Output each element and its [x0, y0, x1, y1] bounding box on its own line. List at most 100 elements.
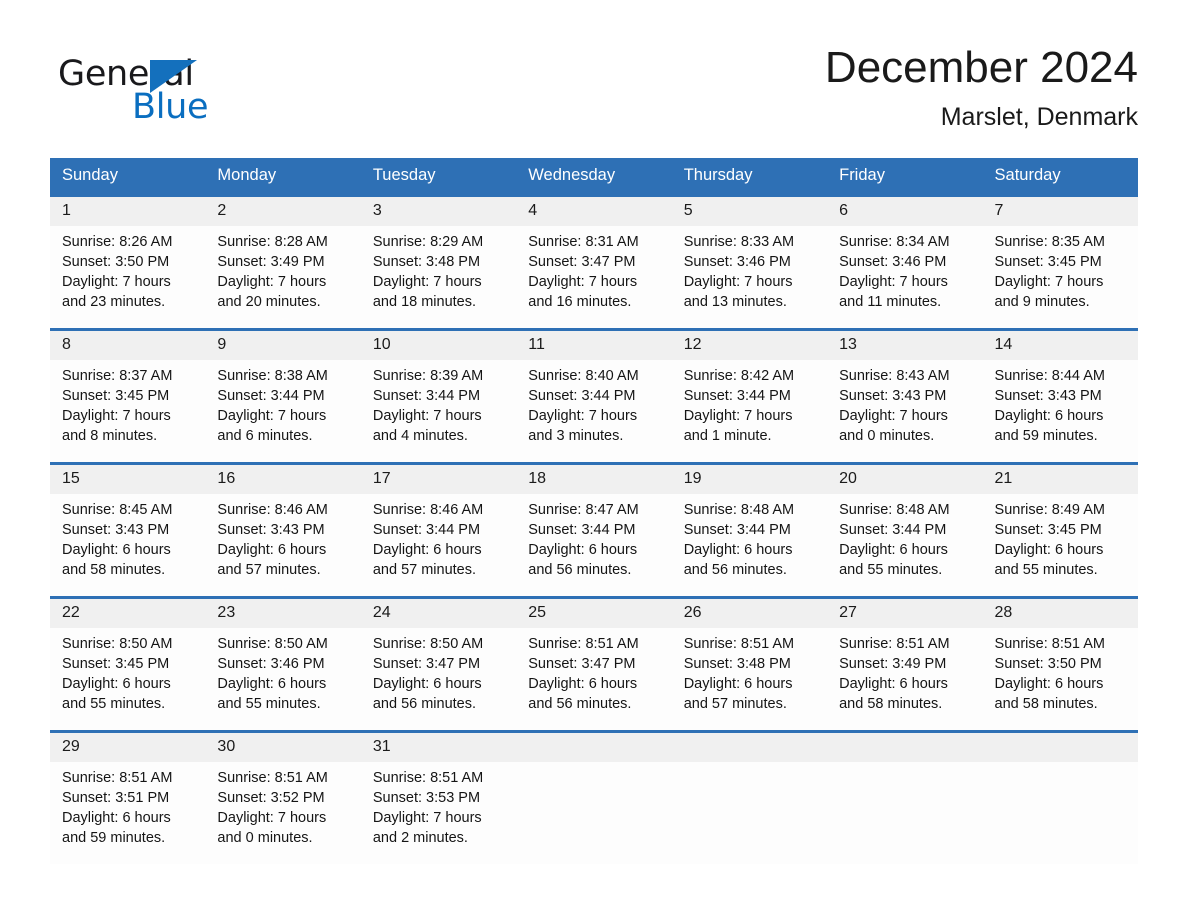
day-cell[interactable]: 16 Sunrise: 8:46 AM Sunset: 3:43 PM Dayl… [205, 462, 361, 598]
daylight-text-line1: Daylight: 6 hours [994, 542, 1104, 558]
day-cell[interactable]: 27 Sunrise: 8:51 AM Sunset: 3:49 PM Dayl… [827, 596, 983, 732]
brand-name-blue: Blue [132, 87, 209, 127]
sunrise-text: Sunrise: 8:35 AM [994, 234, 1105, 250]
day-number [982, 733, 1138, 762]
day-cell[interactable]: 25 Sunrise: 8:51 AM Sunset: 3:47 PM Dayl… [516, 596, 672, 732]
day-cell[interactable]: 22 Sunrise: 8:50 AM Sunset: 3:45 PM Dayl… [50, 596, 206, 732]
sunset-text: Sunset: 3:44 PM [372, 388, 481, 404]
day-cell[interactable]: 24 Sunrise: 8:50 AM Sunset: 3:47 PM Dayl… [360, 596, 517, 732]
sunset-text: Sunset: 3:47 PM [372, 656, 481, 672]
day-cell[interactable]: 6 Sunrise: 8:34 AM Sunset: 3:46 PM Dayli… [827, 194, 983, 330]
daylight-text-line2: and 56 minutes. [528, 696, 632, 712]
day-cell[interactable]: 30 Sunrise: 8:51 AM Sunset: 3:52 PM Dayl… [205, 730, 361, 864]
day-details: Sunrise: 8:29 AM Sunset: 3:48 PM Dayligh… [361, 226, 516, 312]
day-cell[interactable]: 1 Sunrise: 8:26 AM Sunset: 3:50 PM Dayli… [50, 194, 206, 330]
day-cell-empty [827, 730, 983, 864]
day-details: Sunrise: 8:51 AM Sunset: 3:53 PM Dayligh… [361, 762, 516, 848]
calendar-table: Sunday Monday Tuesday Wednesday Thursday… [50, 158, 1138, 864]
sunrise-text: Sunrise: 8:43 AM [839, 368, 950, 384]
day-cell[interactable]: 20 Sunrise: 8:48 AM Sunset: 3:44 PM Dayl… [827, 462, 983, 598]
location-subtitle: Marslet, Denmark [940, 102, 1138, 131]
day-cell[interactable]: 19 Sunrise: 8:48 AM Sunset: 3:44 PM Dayl… [671, 462, 828, 598]
day-cell[interactable]: 8 Sunrise: 8:37 AM Sunset: 3:45 PM Dayli… [50, 328, 206, 464]
sunrise-text: Sunrise: 8:51 AM [62, 770, 173, 786]
day-details: Sunrise: 8:39 AM Sunset: 3:44 PM Dayligh… [361, 360, 516, 446]
day-details: Sunrise: 8:44 AM Sunset: 3:43 PM Dayligh… [983, 360, 1138, 446]
sunrise-text: Sunrise: 8:51 AM [372, 770, 484, 786]
day-number: 18 [516, 465, 672, 494]
day-cell[interactable]: 29 Sunrise: 8:51 AM Sunset: 3:51 PM Dayl… [50, 730, 206, 864]
day-details: Sunrise: 8:46 AM Sunset: 3:43 PM Dayligh… [205, 494, 360, 580]
week-row: 29 Sunrise: 8:51 AM Sunset: 3:51 PM Dayl… [50, 730, 1138, 864]
day-number: 26 [671, 599, 828, 628]
daylight-text-line1: Daylight: 7 hours [683, 408, 793, 424]
sunset-text: Sunset: 3:43 PM [217, 522, 325, 538]
day-cell[interactable]: 4 Sunrise: 8:31 AM Sunset: 3:47 PM Dayli… [516, 194, 672, 330]
day-details: Sunrise: 8:47 AM Sunset: 3:44 PM Dayligh… [516, 494, 671, 580]
day-cell[interactable]: 14 Sunrise: 8:44 AM Sunset: 3:43 PM Dayl… [982, 328, 1138, 464]
day-number: 12 [671, 331, 828, 360]
day-details: Sunrise: 8:49 AM Sunset: 3:45 PM Dayligh… [983, 494, 1138, 580]
day-number: 7 [982, 197, 1138, 226]
day-number: 31 [360, 733, 517, 762]
sunrise-text: Sunrise: 8:47 AM [528, 502, 639, 518]
day-cell[interactable]: 5 Sunrise: 8:33 AM Sunset: 3:46 PM Dayli… [671, 194, 828, 330]
daylight-text-line1: Daylight: 6 hours [839, 676, 948, 692]
sunrise-text: Sunrise: 8:51 AM [839, 636, 950, 652]
daylight-text-line1: Daylight: 6 hours [372, 676, 482, 692]
sunrise-text: Sunrise: 8:51 AM [994, 636, 1105, 652]
sunset-text: Sunset: 3:49 PM [217, 254, 325, 270]
daylight-text-line1: Daylight: 7 hours [683, 274, 793, 290]
day-cell[interactable]: 21 Sunrise: 8:49 AM Sunset: 3:45 PM Dayl… [982, 462, 1138, 598]
sunrise-text: Sunrise: 8:28 AM [217, 234, 328, 250]
day-cell[interactable]: 13 Sunrise: 8:43 AM Sunset: 3:43 PM Dayl… [827, 328, 983, 464]
day-number: 25 [516, 599, 672, 628]
sunrise-text: Sunrise: 8:34 AM [839, 234, 950, 250]
daylight-text-line2: and 3 minutes. [528, 428, 624, 444]
daylight-text-line2: and 55 minutes. [62, 696, 166, 712]
sunset-text: Sunset: 3:48 PM [683, 656, 791, 672]
day-cell[interactable]: 26 Sunrise: 8:51 AM Sunset: 3:48 PM Dayl… [671, 596, 828, 732]
daylight-text-line1: Daylight: 6 hours [217, 676, 327, 692]
day-details: Sunrise: 8:50 AM Sunset: 3:46 PM Dayligh… [205, 628, 360, 714]
day-cell[interactable]: 17 Sunrise: 8:46 AM Sunset: 3:44 PM Dayl… [360, 462, 517, 598]
day-number: 30 [205, 733, 361, 762]
weekday-header-saturday: Saturday [982, 158, 1138, 196]
day-details: Sunrise: 8:51 AM Sunset: 3:52 PM Dayligh… [205, 762, 360, 848]
calendar-body: 1 Sunrise: 8:26 AM Sunset: 3:50 PM Dayli… [50, 194, 1138, 864]
sunset-text: Sunset: 3:50 PM [994, 656, 1102, 672]
day-cell[interactable]: 2 Sunrise: 8:28 AM Sunset: 3:49 PM Dayli… [205, 194, 361, 330]
day-cell[interactable]: 10 Sunrise: 8:39 AM Sunset: 3:44 PM Dayl… [360, 328, 517, 464]
daylight-text-line1: Daylight: 6 hours [839, 542, 948, 558]
daylight-text-line2: and 59 minutes. [62, 830, 166, 846]
day-cell[interactable]: 31 Sunrise: 8:51 AM Sunset: 3:53 PM Dayl… [360, 730, 517, 864]
day-cell[interactable]: 3 Sunrise: 8:29 AM Sunset: 3:48 PM Dayli… [360, 194, 517, 330]
day-cell[interactable]: 12 Sunrise: 8:42 AM Sunset: 3:44 PM Dayl… [671, 328, 828, 464]
day-number: 15 [50, 465, 206, 494]
sunset-text: Sunset: 3:43 PM [62, 522, 170, 538]
daylight-text-line2: and 55 minutes. [839, 562, 943, 578]
sunrise-text: Sunrise: 8:48 AM [683, 502, 795, 518]
week-row: 22 Sunrise: 8:50 AM Sunset: 3:45 PM Dayl… [50, 596, 1138, 732]
sunrise-text: Sunrise: 8:40 AM [528, 368, 639, 384]
sunrise-text: Sunrise: 8:51 AM [217, 770, 328, 786]
daylight-text-line1: Daylight: 7 hours [217, 810, 327, 826]
daylight-text-line2: and 55 minutes. [217, 696, 321, 712]
day-number: 17 [360, 465, 517, 494]
daylight-text-line1: Daylight: 7 hours [839, 274, 948, 290]
daylight-text-line1: Daylight: 6 hours [683, 542, 793, 558]
day-details: Sunrise: 8:51 AM Sunset: 3:47 PM Dayligh… [516, 628, 671, 714]
day-cell[interactable]: 23 Sunrise: 8:50 AM Sunset: 3:46 PM Dayl… [205, 596, 361, 732]
day-cell[interactable]: 7 Sunrise: 8:35 AM Sunset: 3:45 PM Dayli… [982, 194, 1138, 330]
sunset-text: Sunset: 3:47 PM [528, 254, 636, 270]
day-cell[interactable]: 9 Sunrise: 8:38 AM Sunset: 3:44 PM Dayli… [205, 328, 361, 464]
day-details: Sunrise: 8:33 AM Sunset: 3:46 PM Dayligh… [672, 226, 827, 312]
daylight-text-line2: and 23 minutes. [62, 294, 166, 310]
day-cell[interactable]: 11 Sunrise: 8:40 AM Sunset: 3:44 PM Dayl… [516, 328, 672, 464]
daylight-text-line2: and 6 minutes. [217, 428, 313, 444]
day-cell[interactable]: 18 Sunrise: 8:47 AM Sunset: 3:44 PM Dayl… [516, 462, 672, 598]
day-cell[interactable]: 28 Sunrise: 8:51 AM Sunset: 3:50 PM Dayl… [982, 596, 1138, 732]
daylight-text-line2: and 56 minutes. [683, 562, 787, 578]
day-cell[interactable]: 15 Sunrise: 8:45 AM Sunset: 3:43 PM Dayl… [50, 462, 206, 598]
sunrise-text: Sunrise: 8:37 AM [62, 368, 173, 384]
